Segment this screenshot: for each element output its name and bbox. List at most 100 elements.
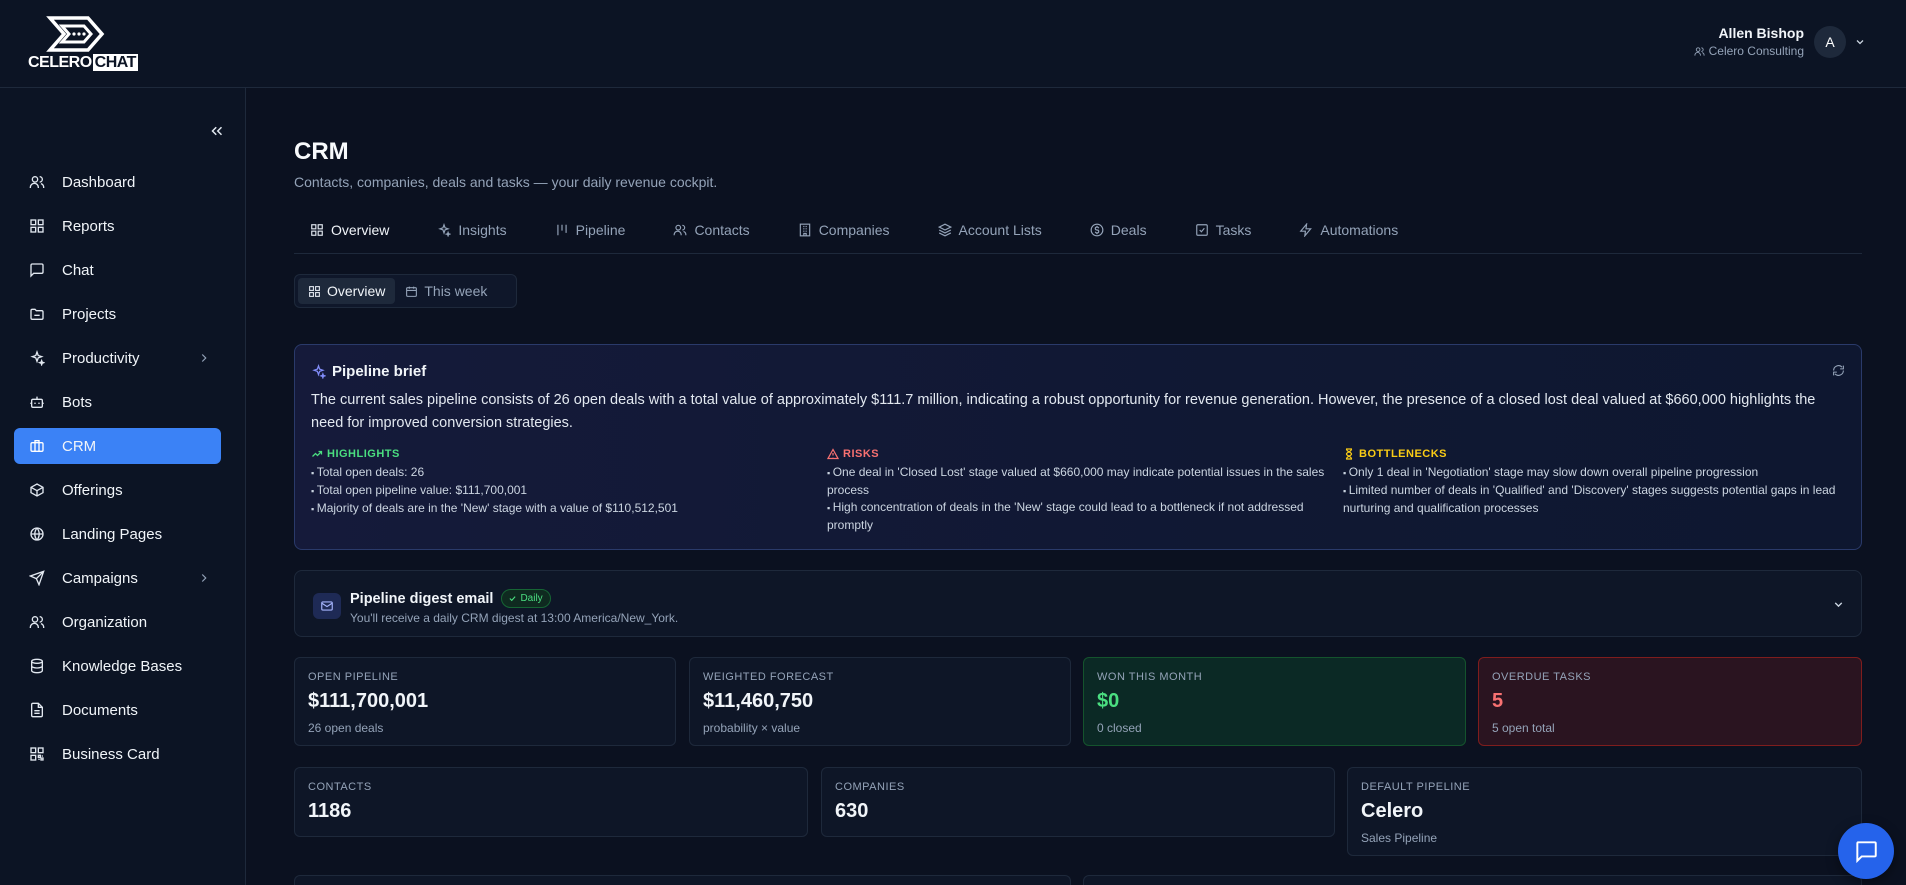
message-icon <box>1856 841 1877 864</box>
sidebar-item-landing-pages[interactable]: Landing Pages <box>14 516 221 552</box>
stat-value: $111,700,001 <box>308 690 429 712</box>
sidebar-item-crm[interactable]: CRM <box>14 428 221 464</box>
sidebar-item-label: Chat <box>62 261 94 279</box>
stat-value: $0 <box>1097 690 1120 712</box>
checkbox-icon <box>1195 224 1208 236</box>
building-icon <box>799 223 810 237</box>
send-icon <box>29 570 45 586</box>
tab-label: Pipeline <box>575 222 626 238</box>
avatar[interactable]: A <box>1814 25 1846 58</box>
digest-title: Pipeline digest email Daily <box>350 589 551 608</box>
pipeline-brief-card: Pipeline brief The current sales pipelin… <box>294 344 1862 550</box>
sidebar-item-chat[interactable]: Chat <box>14 252 221 288</box>
top-bar: CELERO CHAT Allen Bishop Celero Consultin… <box>0 0 1906 88</box>
sidebar-item-business-card[interactable]: Business Card <box>14 736 221 772</box>
sidebar-item-documents[interactable]: Documents <box>14 692 221 728</box>
chevron-down-icon[interactable] <box>1854 36 1866 48</box>
page-title: CRM <box>294 138 349 165</box>
tab-companies[interactable]: Companies <box>782 222 890 254</box>
sidebar-item-label: Productivity <box>62 349 140 367</box>
tab-label: Companies <box>818 222 890 238</box>
file-icon <box>31 702 43 718</box>
bottleneck-item: Limited number of deals in 'Qualified' a… <box>1343 482 1851 517</box>
layers-icon <box>937 223 952 237</box>
package-icon <box>30 483 44 497</box>
stat-label: OVERDUE TASKS <box>1492 671 1592 683</box>
tab-overview[interactable]: Overview <box>294 222 389 254</box>
tab-deals[interactable]: Deals <box>1074 222 1147 254</box>
sidebar-item-offerings[interactable]: Offerings <box>14 472 221 508</box>
sidebar-item-projects[interactable]: Projects <box>14 296 221 332</box>
sidebar-nav: Dashboard Reports Chat Projects Producti… <box>14 164 221 780</box>
sidebar-item-dashboard[interactable]: Dashboard <box>14 164 221 200</box>
stat-label: COMPANIES <box>835 781 905 793</box>
trending-up-icon <box>312 450 323 457</box>
highlights-section: HIGHLIGHTS Total open deals: 26 Total op… <box>311 448 819 518</box>
warning-icon <box>827 448 839 460</box>
crm-tabs: Overview Insights Pipeline Contacts Comp… <box>294 222 1862 254</box>
refresh-icon[interactable] <box>1832 364 1845 377</box>
risk-item: High concentration of deals in the 'New'… <box>827 499 1335 534</box>
subtab-overview[interactable]: Overview <box>298 278 396 304</box>
tab-label: Overview <box>331 222 390 238</box>
sidebar-item-label: Organization <box>62 613 148 631</box>
sidebar-item-label: Documents <box>62 701 138 719</box>
pipeline-digest-card[interactable]: Pipeline digest email Daily You'll recei… <box>294 570 1862 637</box>
qr-icon <box>30 747 44 761</box>
chevron-right-icon <box>201 354 207 362</box>
calendar-icon <box>406 286 418 297</box>
sidebar-item-label: Bots <box>62 393 93 411</box>
sidebar-item-label: Campaigns <box>62 569 138 587</box>
sidebar-item-label: Reports <box>62 217 115 235</box>
tab-label: Automations <box>1320 222 1399 238</box>
stat-label: DEFAULT PIPELINE <box>1361 781 1471 793</box>
sidebar-item-productivity[interactable]: Productivity <box>14 340 221 376</box>
tab-insights[interactable]: Insights <box>421 222 507 254</box>
tab-pipeline[interactable]: Pipeline <box>539 222 626 254</box>
mail-icon <box>313 593 341 619</box>
pipeline-brief-summary: The current sales pipeline consists of 2… <box>311 392 1816 431</box>
sidebar-item-campaigns[interactable]: Campaigns <box>14 560 221 596</box>
sparkles-icon <box>312 364 326 379</box>
sidebar-item-label: Business Card <box>62 745 160 763</box>
sidebar-item-reports[interactable]: Reports <box>14 208 221 244</box>
stat-caption: 5 open total <box>1492 721 1555 735</box>
hourglass-icon <box>1345 448 1353 460</box>
stat-value: Celero <box>1361 800 1424 822</box>
subtab-this-week[interactable]: This week <box>395 278 497 304</box>
chat-launcher-button[interactable] <box>1838 823 1894 879</box>
folder-icon <box>30 308 44 320</box>
users-icon <box>29 176 45 188</box>
digest-subtitle: You'll receive a daily CRM digest at 13:… <box>350 611 679 625</box>
users-icon <box>1694 46 1705 56</box>
zap-icon <box>1299 223 1313 237</box>
user-menu[interactable]: Allen Bishop Celero Consulting A <box>1694 25 1866 58</box>
stat-value: 1186 <box>308 800 352 822</box>
risks-heading: RISKS <box>827 448 1335 460</box>
tab-automations[interactable]: Automations <box>1283 222 1398 254</box>
bottleneck-item: Only 1 deal in 'Negotiation' stage may s… <box>1343 464 1851 482</box>
tab-label: Deals <box>1110 222 1147 238</box>
sidebar-item-knowledge-bases[interactable]: Knowledge Bases <box>14 648 221 684</box>
collapse-sidebar-icon[interactable] <box>208 122 226 140</box>
sidebar-item-bots[interactable]: Bots <box>14 384 221 420</box>
grid-icon <box>30 219 44 233</box>
celero-chat-logo[interactable]: CELERO CHAT <box>28 14 138 74</box>
tab-tasks[interactable]: Tasks <box>1179 222 1251 254</box>
chevron-down-icon[interactable] <box>1832 598 1845 611</box>
subtab-label: This week <box>424 283 488 299</box>
overdue-tasks-card: OVERDUE TASKS 5 5 open total <box>1478 657 1862 746</box>
check-icon <box>509 596 516 602</box>
briefcase-icon <box>30 440 44 452</box>
tab-account-lists[interactable]: Account Lists <box>922 222 1042 254</box>
sidebar: Dashboard Reports Chat Projects Producti… <box>0 88 246 885</box>
tab-contacts[interactable]: Contacts <box>657 222 750 254</box>
stat-label: CONTACTS <box>308 781 372 793</box>
dollar-icon <box>1090 223 1104 237</box>
open-pipeline-card: OPEN PIPELINE $111,700,001 26 open deals <box>294 657 676 746</box>
sidebar-item-label: Projects <box>62 305 117 323</box>
sidebar-item-organization[interactable]: Organization <box>14 604 221 640</box>
columns-icon <box>556 224 567 236</box>
highlight-item: Majority of deals are in the 'New' stage… <box>311 500 819 518</box>
grid-icon <box>309 285 320 297</box>
